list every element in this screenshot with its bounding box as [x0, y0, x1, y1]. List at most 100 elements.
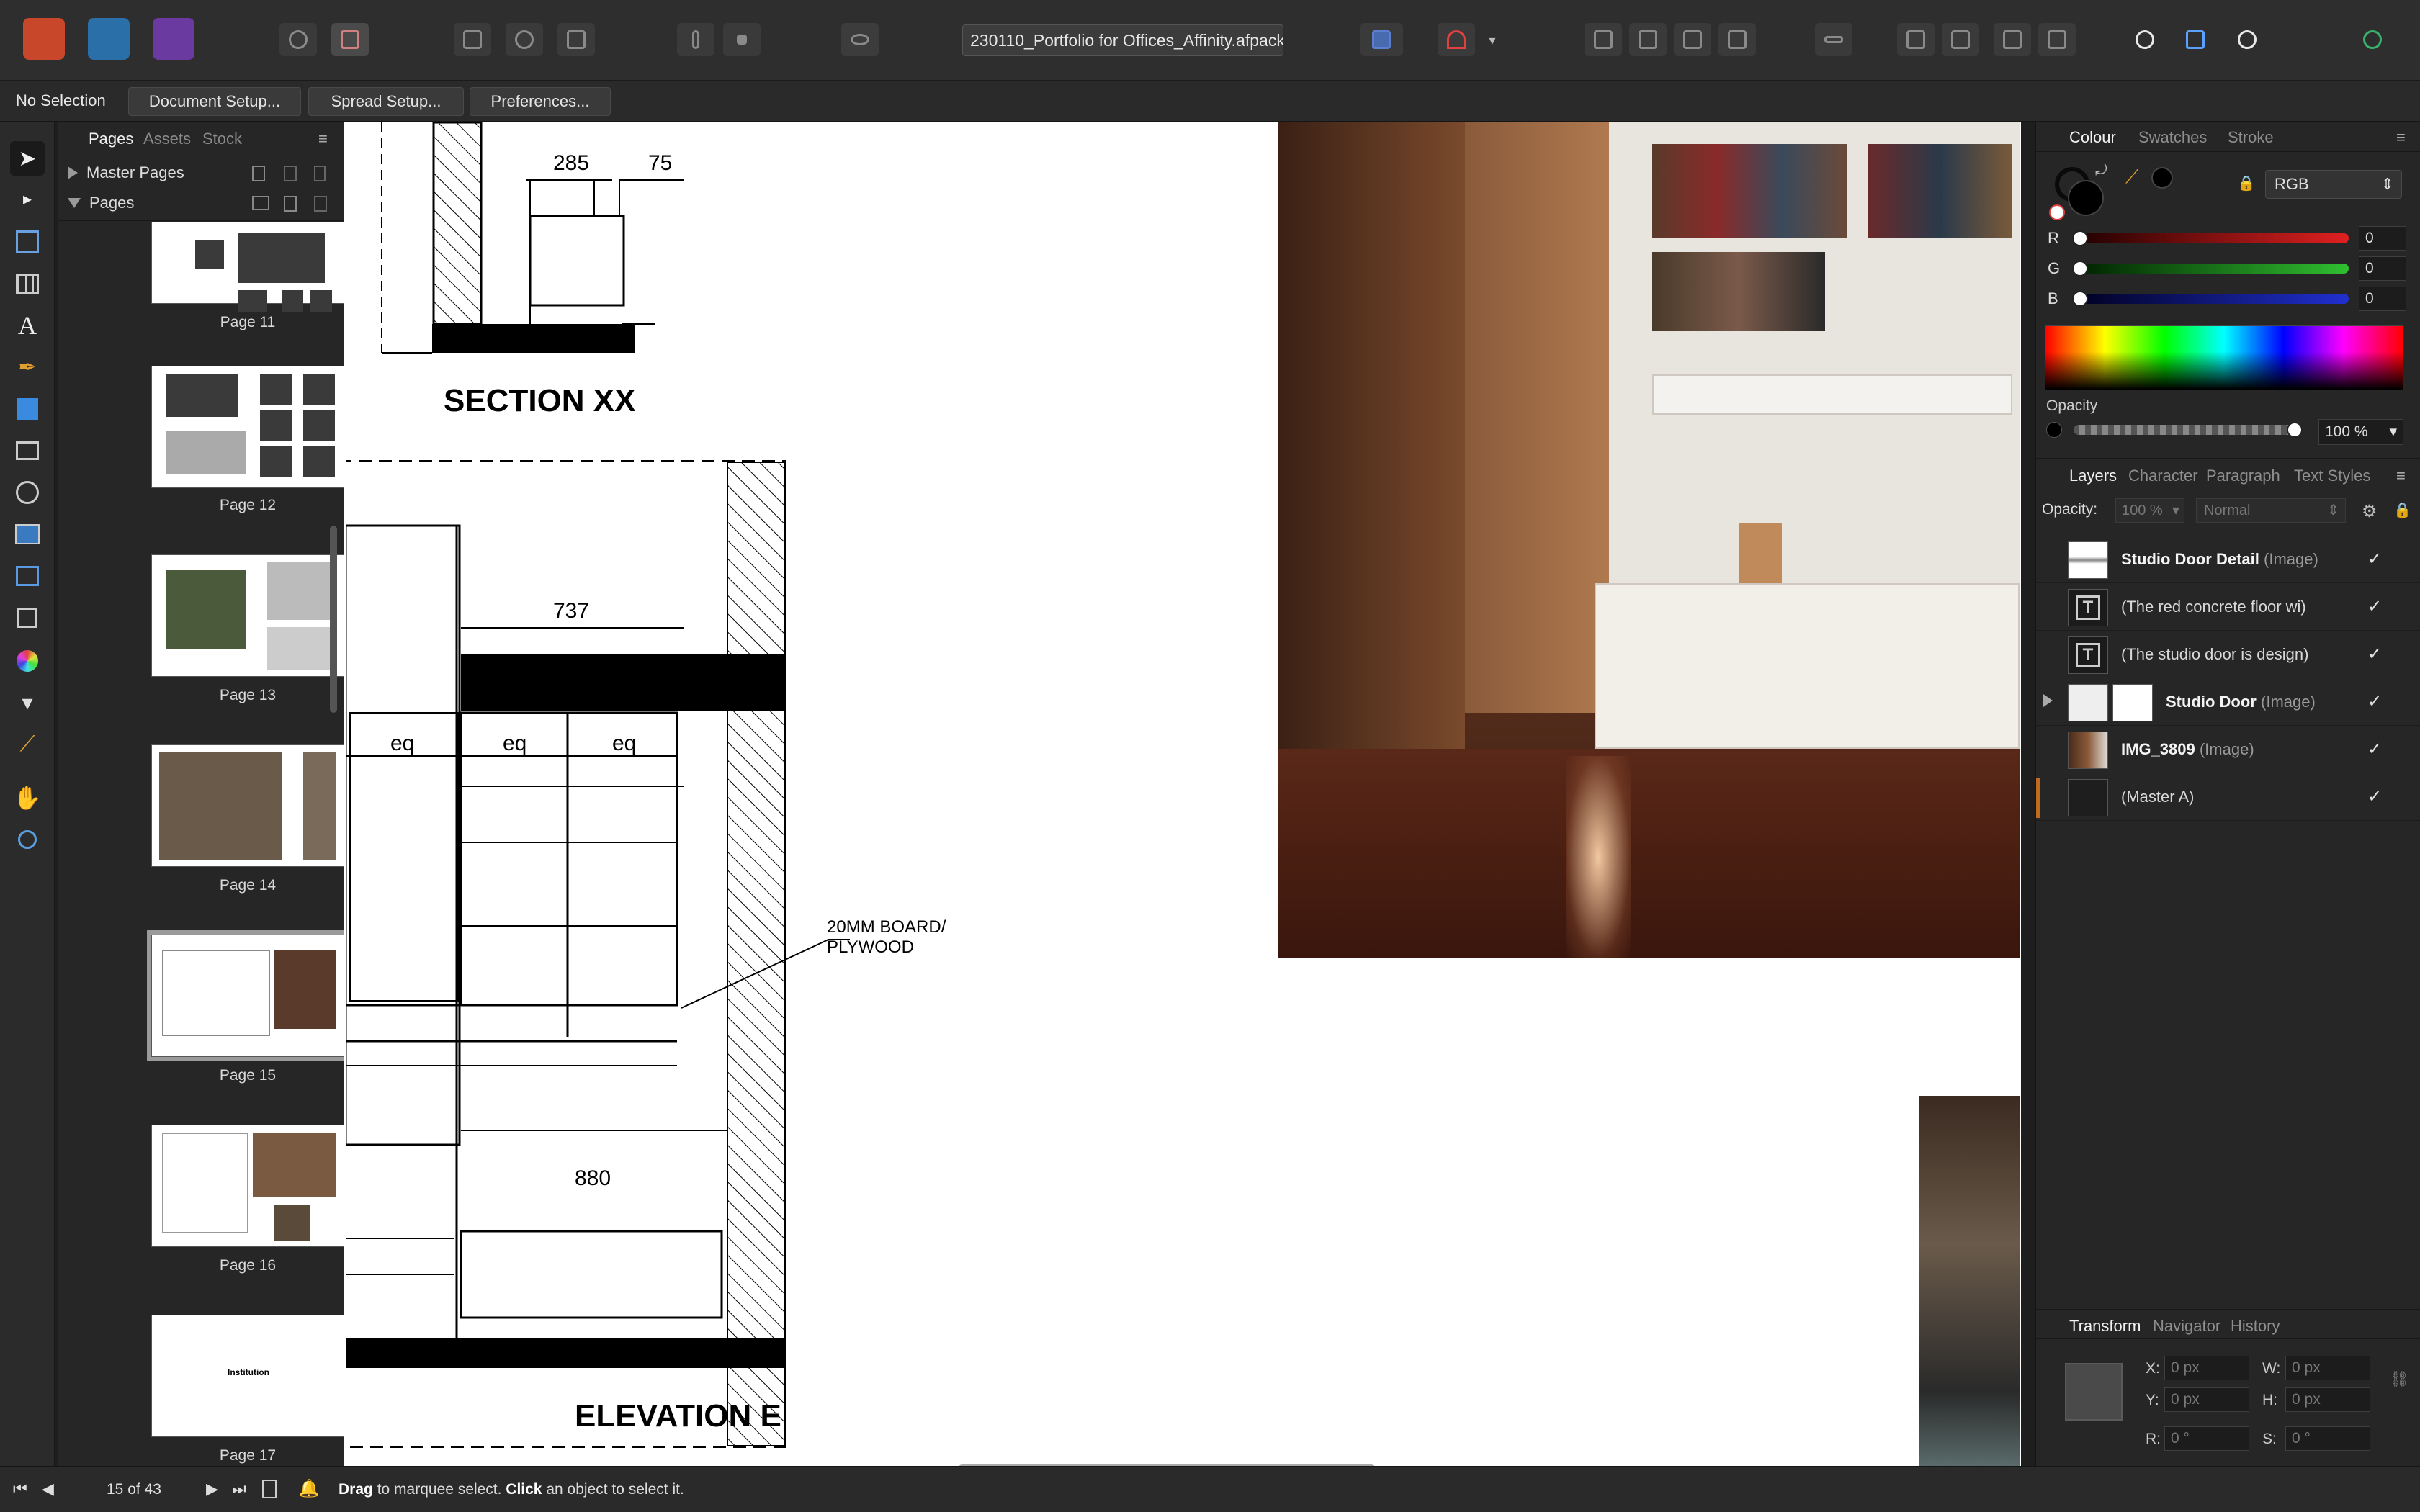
duplicate-master-icon[interactable] [284, 166, 297, 181]
page-thumbnail[interactable] [151, 222, 344, 312]
blue-slider[interactable] [2072, 291, 2349, 307]
red-slider[interactable] [2072, 230, 2349, 246]
tab-paragraph[interactable]: Paragraph [2206, 467, 2280, 485]
lock-icon[interactable]: 🔒 [2238, 173, 2256, 193]
page-thumbnail[interactable]: Institution [151, 1315, 344, 1437]
y-field[interactable]: 0 px [2164, 1387, 2249, 1412]
page-thumbnail[interactable] [151, 744, 344, 867]
add-page-icon[interactable] [252, 196, 269, 210]
zoom-tool-icon[interactable] [10, 822, 45, 857]
insert-text-icon[interactable] [2126, 23, 2164, 56]
visibility-checkbox[interactable]: ✓ [2365, 644, 2385, 664]
transparency-tool-icon[interactable]: ▾ [10, 685, 45, 720]
preflight-icon[interactable] [279, 23, 317, 56]
fill-tool-icon[interactable] [10, 644, 45, 678]
tab-swatches[interactable]: Swatches [2138, 128, 2207, 147]
text-frame-tool-icon[interactable] [10, 225, 45, 259]
add-master-icon[interactable] [252, 166, 265, 181]
studio-photo[interactable] [1278, 122, 2020, 958]
colour-model-select[interactable]: RGB ⇕ [2265, 170, 2402, 199]
expand-triangle-icon[interactable] [2043, 694, 2053, 707]
tab-text-styles[interactable]: Text Styles [2294, 467, 2370, 485]
blend-mode-select[interactable]: Normal ⇕ [2196, 498, 2346, 523]
place-image-tool-icon[interactable] [10, 517, 45, 552]
preferences-button[interactable]: Preferences... [470, 87, 611, 116]
page-thumbnail-selected[interactable] [147, 930, 344, 1061]
rectangle-tool-icon[interactable] [10, 392, 45, 426]
lock-icon[interactable]: 🔒 [2393, 501, 2411, 519]
h-field[interactable]: 0 px [2285, 1387, 2370, 1412]
rotate-right-icon[interactable] [2038, 23, 2076, 56]
preview-mode-icon[interactable] [506, 23, 543, 56]
pen-tool-icon[interactable]: ✒ [10, 350, 45, 384]
last-page-icon[interactable]: ⏭ [232, 1480, 246, 1498]
align-icon[interactable] [1815, 23, 1852, 56]
next-page-icon[interactable]: ▶ [206, 1480, 218, 1498]
designer-persona-icon[interactable] [88, 18, 130, 60]
insert-picture-icon[interactable] [2228, 23, 2266, 56]
duplicate-page-icon[interactable] [314, 196, 327, 212]
w-field[interactable]: 0 px [2285, 1356, 2370, 1380]
photo-persona-icon[interactable] [153, 18, 194, 60]
tab-stroke[interactable]: Stroke [2228, 128, 2274, 147]
tab-layers[interactable]: Layers [2069, 467, 2117, 485]
tab-navigator[interactable]: Navigator [2153, 1317, 2220, 1336]
rotation-field[interactable]: 0 ° [2164, 1426, 2249, 1451]
tab-history[interactable]: History [2231, 1317, 2280, 1336]
page-thumbnail[interactable] [151, 366, 344, 488]
flip-vertical-icon[interactable] [1942, 23, 1979, 56]
tab-transform[interactable]: Transform [2069, 1317, 2141, 1336]
visibility-checkbox[interactable]: ✓ [2365, 549, 2385, 569]
layer-row[interactable]: T (The studio door is design) ✓ [2036, 632, 2420, 678]
spread-setup-button[interactable]: Spread Setup... [308, 87, 464, 116]
pages-scrollbar[interactable] [330, 526, 337, 713]
layer-row[interactable]: Studio Door Detail (Image) ✓ [2036, 537, 2420, 583]
insert-frame-icon[interactable] [2177, 23, 2214, 56]
node-tool-icon[interactable]: ▸ [10, 181, 45, 216]
green-slider[interactable] [2072, 261, 2349, 276]
move-tool-icon[interactable]: ➤ [10, 141, 45, 176]
affinity-publisher-icon[interactable] [23, 18, 65, 60]
snapping-dropdown-icon[interactable]: ▾ [1484, 32, 1501, 49]
panel-menu-icon[interactable]: ≡ [2396, 467, 2406, 485]
no-fill-icon[interactable] [2049, 204, 2065, 220]
layer-row[interactable]: IMG_3809 (Image) ✓ [2036, 727, 2420, 773]
layer-row[interactable]: Studio Door (Image) ✓ [2036, 680, 2420, 726]
page-thumbnail[interactable] [151, 554, 344, 677]
page-count[interactable]: 15 of 43 [107, 1481, 161, 1498]
color-picker-tool-icon[interactable]: ⟋ [10, 727, 45, 762]
delete-master-icon[interactable] [314, 166, 326, 181]
visibility-checkbox[interactable]: ✓ [2365, 691, 2385, 711]
slider-thumb[interactable] [2072, 261, 2088, 276]
account-icon[interactable] [2354, 23, 2391, 56]
layer-row[interactable]: T (The red concrete floor wi) ✓ [2036, 585, 2420, 631]
panel-menu-icon[interactable]: ≡ [318, 130, 328, 148]
colour-spectrum[interactable] [2045, 325, 2403, 390]
swap-colours-icon[interactable]: ⤾ [2095, 163, 2107, 179]
picture-frame-tool-icon[interactable] [10, 433, 45, 468]
view-mode-icon[interactable] [454, 23, 491, 56]
arrange-backward-icon[interactable] [1629, 23, 1667, 56]
page-thumbnail[interactable] [151, 1125, 344, 1247]
snapping-magnet-icon[interactable] [1438, 23, 1475, 56]
arrange-back-icon[interactable] [1585, 23, 1622, 56]
expand-triangle-icon[interactable] [68, 166, 78, 179]
green-value[interactable]: 0 [2359, 256, 2406, 281]
anchor-selector[interactable] [2065, 1363, 2123, 1421]
preflight-alert-icon[interactable]: 🔔 [298, 1478, 320, 1499]
layer-row[interactable]: (Master A) ✓ [2036, 775, 2420, 821]
layer-opacity-field[interactable]: 100 % ▾ [2115, 498, 2184, 523]
flip-horizontal-icon[interactable] [1897, 23, 1935, 56]
tab-stock[interactable]: Stock [202, 130, 242, 148]
slider-thumb[interactable] [2072, 230, 2088, 246]
gear-icon[interactable]: ⚙ [2362, 501, 2378, 522]
document-canvas[interactable]: 285 75 SECTION XX 737 eq eq eq 880 ELEVA… [346, 122, 2020, 1466]
visibility-checkbox[interactable]: ✓ [2365, 739, 2385, 759]
blue-value[interactable]: 0 [2359, 287, 2406, 311]
hand-tool-icon[interactable]: ✋ [10, 780, 45, 815]
fill-swatch[interactable] [2068, 180, 2104, 216]
page-spread-icon[interactable] [262, 1480, 277, 1498]
arrange-front-icon[interactable] [1718, 23, 1756, 56]
document-setup-button[interactable]: Document Setup... [128, 87, 301, 116]
arrange-forward-icon[interactable] [1674, 23, 1711, 56]
